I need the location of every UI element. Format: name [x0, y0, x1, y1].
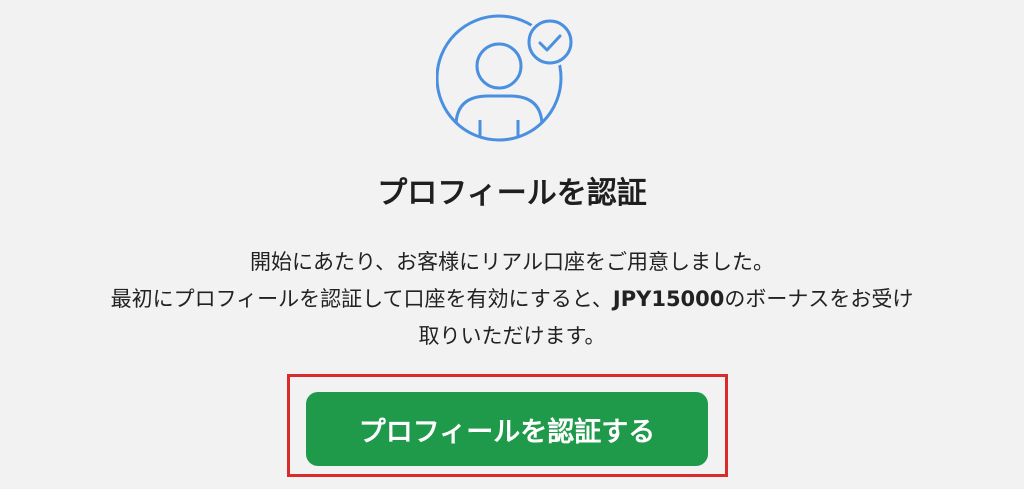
description-line-2: 最初にプロフィールを認証して口座を有効にすると、JPY15000のボーナスをお受… — [0, 281, 1024, 318]
page-title: プロフィールを認証 — [377, 176, 647, 211]
description-line-3: 取りいただけます。 — [418, 324, 606, 348]
description-line-2-pre: 最初にプロフィールを認証して口座を有効にすると、 — [110, 287, 613, 311]
bonus-amount: JPY15000 — [612, 287, 725, 311]
description: 開始にあたり、お客様にリアル口座をご用意しました。 最初にプロフィールを認証して… — [0, 244, 1024, 355]
description-line-2-post: のボーナスをお受け — [724, 287, 914, 311]
verified-user-icon — [436, 8, 584, 144]
description-line-1: 開始にあたり、お客様にリアル口座をご用意しました。 — [250, 250, 774, 274]
verify-profile-button[interactable]: プロフィールを認証する — [306, 392, 708, 466]
